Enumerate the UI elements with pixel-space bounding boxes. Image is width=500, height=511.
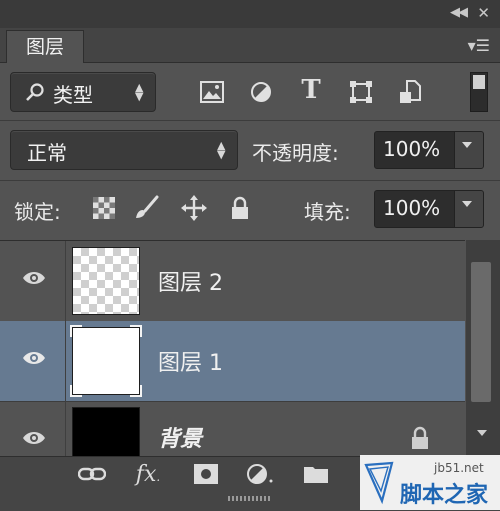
- close-panel-icon[interactable]: ✕: [477, 4, 490, 22]
- layer-lock-icon: [412, 426, 428, 449]
- layer-name[interactable]: 图层 1: [158, 345, 223, 377]
- add-mask-icon[interactable]: [190, 460, 222, 488]
- lock-transparent-pixels-icon[interactable]: [90, 194, 118, 222]
- panel-title-bar: [0, 0, 500, 29]
- lock-all-icon[interactable]: [226, 194, 254, 222]
- eye-visibility-icon[interactable]: [22, 270, 46, 286]
- link-layers-icon[interactable]: [76, 460, 108, 488]
- search-icon: [26, 83, 44, 101]
- fill-label: 填充:: [304, 200, 351, 224]
- tab-layers[interactable]: 图层: [6, 30, 84, 63]
- blend-mode-label: 正常: [27, 141, 67, 165]
- updown-arrows-icon: ▲ ▼: [217, 139, 226, 161]
- fill-dropdown-button[interactable]: [454, 190, 484, 228]
- divider: [0, 180, 500, 181]
- opacity-label: 不透明度:: [252, 141, 339, 165]
- type-filter-icon[interactable]: T: [297, 75, 325, 105]
- layer-row[interactable]: 背景: [0, 401, 465, 457]
- layer-name[interactable]: 图层 2: [158, 265, 223, 297]
- opacity-input[interactable]: 100%: [374, 131, 456, 169]
- shape-filter-icon[interactable]: [347, 78, 375, 106]
- scrollbar-thumb[interactable]: [471, 262, 491, 402]
- opacity-dropdown-button[interactable]: [454, 131, 484, 169]
- updown-arrows-icon: ▲ ▼: [135, 81, 144, 103]
- new-adjustment-layer-icon[interactable]: [244, 460, 276, 488]
- eye-visibility-icon[interactable]: [22, 350, 46, 366]
- lock-position-move-icon[interactable]: [180, 194, 208, 222]
- watermark: jb51.net 脚本之家: [360, 455, 500, 510]
- layer-row[interactable]: 图层 2: [0, 241, 465, 322]
- layer-thumbnail: [72, 407, 140, 457]
- filter-kind-select[interactable]: 类型 ▲ ▼: [10, 72, 156, 112]
- smartobject-filter-icon[interactable]: [396, 78, 424, 106]
- layer-row-selected[interactable]: 图层 1: [0, 321, 465, 402]
- filter-kind-label: 类型: [53, 83, 93, 107]
- image-filter-icon[interactable]: [198, 78, 226, 106]
- watermark-name: 脚本之家: [400, 483, 489, 508]
- collapse-panel-icon[interactable]: ◀◀: [450, 5, 468, 20]
- panel-resize-grip[interactable]: [228, 496, 272, 501]
- adjustment-filter-icon[interactable]: [247, 78, 275, 106]
- layers-list: 图层 2 图层 1 背景: [0, 240, 465, 457]
- lock-image-pixels-brush-icon[interactable]: [132, 194, 160, 222]
- new-group-folder-icon[interactable]: [300, 460, 332, 488]
- eye-visibility-icon[interactable]: [22, 430, 46, 446]
- lock-label: 锁定:: [14, 200, 61, 224]
- layer-thumbnail: [72, 247, 140, 315]
- layer-name[interactable]: 背景: [158, 421, 202, 453]
- watermark-site: jb51.net: [434, 461, 484, 475]
- blend-mode-select[interactable]: 正常 ▲ ▼: [10, 130, 238, 170]
- watermark-logo-icon: [364, 461, 394, 505]
- fx-layer-style-icon[interactable]: fx.: [132, 460, 164, 488]
- fill-input[interactable]: 100%: [374, 190, 456, 228]
- scroll-down-arrow-icon[interactable]: [477, 430, 487, 436]
- divider: [0, 120, 500, 121]
- layer-thumbnail: [70, 325, 142, 397]
- panel-menu-icon[interactable]: ▾☰: [468, 36, 490, 55]
- filter-toggle-switch[interactable]: [470, 72, 488, 112]
